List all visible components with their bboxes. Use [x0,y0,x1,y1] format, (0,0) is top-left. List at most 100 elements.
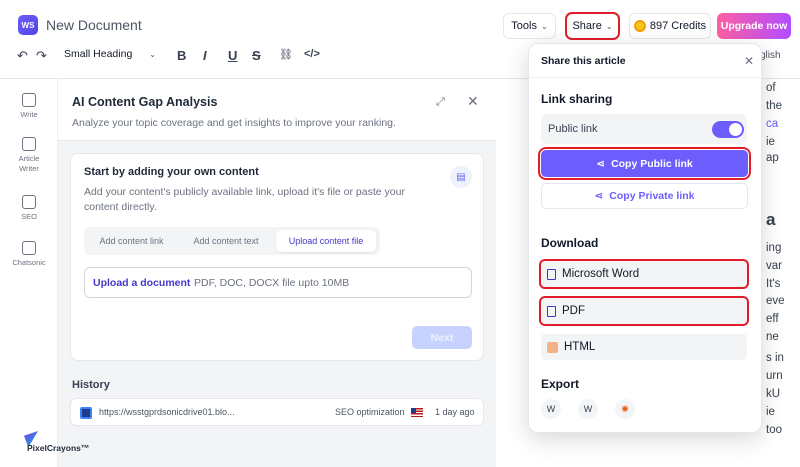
heading-select-value: Small Heading [64,48,133,60]
credits-button[interactable]: 897 Credits [629,13,711,39]
export-title: Export [541,377,580,391]
app-logo-icon[interactable]: WS [18,15,38,35]
edit-icon [22,93,36,107]
share-label: Share [572,20,602,32]
download-pdf-label: PDF [562,305,585,317]
doc-text-fragment: kU [766,388,781,400]
italic-icon[interactable]: I [203,48,207,63]
rail-item-label: SEO [21,212,37,221]
app-logo-text: WS [21,20,35,30]
coin-icon [633,20,646,32]
word-file-icon [547,268,556,280]
tab-add-content-link[interactable]: Add content link [88,230,175,252]
history-time: 1 day ago [435,407,475,417]
article-icon [22,137,36,151]
tab-add-content-text[interactable]: Add content text [180,230,272,252]
document-icon: ▤ [450,166,472,188]
history-title: History [72,379,110,391]
wordpress-icon[interactable]: W [541,399,561,419]
undo-icon[interactable]: ↶ [17,48,28,64]
us-flag-icon [411,408,423,417]
rail-item-write[interactable]: Write [0,93,58,120]
download-html-button[interactable]: HTML [541,334,747,360]
heading-select[interactable]: Small Heading ⌄ [64,48,156,60]
doc-text-fragment: ing [766,242,782,254]
share-icon: ⋖ [596,157,606,170]
share-icon: ⋖ [594,190,604,202]
upgrade-button[interactable]: Upgrade now [717,13,791,39]
pixelcrayons-watermark: PixelCrayons™ [24,431,114,459]
upload-dropzone[interactable]: Upload a document PDF, DOC, DOCX file up… [84,267,472,298]
document-title[interactable]: New Document [46,17,142,33]
download-html-label: HTML [564,341,596,353]
doc-text-fragment: the [766,100,782,112]
strikethrough-icon[interactable]: S [252,48,261,63]
chevron-down-icon: ⌄ [605,21,613,31]
copy-private-link-label: Copy Private link [609,190,695,202]
redo-icon[interactable]: ↷ [36,48,47,64]
share-popover-title: Share this article [541,55,626,67]
doc-text-fragment: s in [766,352,784,364]
doc-text-fragment: ca [766,118,779,130]
doc-text-fragment: It's [766,278,781,290]
popover-divider [529,77,763,78]
doc-text-fragment: ie [766,406,775,418]
language-select[interactable]: glish [760,50,781,61]
panel-title: AI Content Gap Analysis [72,95,218,109]
pdf-file-icon [547,305,556,317]
doc-text-fragment: of [766,82,776,94]
close-icon[interactable]: ✕ [467,93,479,110]
bold-icon[interactable]: B [177,48,186,63]
rail-item-seo[interactable]: SEO [0,195,58,222]
tools-button[interactable]: Tools ⌄ [503,13,556,39]
history-row[interactable]: https://wsstgprdsonicdrive01.blo... SEO … [70,398,484,426]
rail-item-label: Chatsonic [12,258,46,267]
doc-heading-fragment: a [766,210,776,229]
add-content-card: Start by adding your own content Add you… [70,153,484,361]
download-word-button[interactable]: Microsoft Word [539,259,749,289]
history-url: https://wsstgprdsonicdrive01.blo... [99,407,235,417]
public-link-label: Public link [548,123,598,135]
code-icon[interactable]: </> [304,48,320,60]
public-link-toggle[interactable] [712,121,744,138]
upload-document-link[interactable]: Upload a document [93,277,190,289]
tools-label: Tools [511,20,537,32]
next-button[interactable]: Next [412,326,472,349]
history-type: SEO optimization [335,407,405,417]
expand-icon[interactable]: ⤢ [436,96,445,109]
doc-text-fragment: var [766,260,782,272]
download-title: Download [541,236,599,250]
content-gap-panel: AI Content Gap Analysis Analyze your top… [58,79,496,467]
content-source-tabs: Add content link Add content text Upload… [84,227,380,255]
doc-text-fragment: ap [766,152,779,164]
download-word-label: Microsoft Word [562,268,640,280]
doc-text-fragment: too [766,424,782,436]
doc-text-fragment: urn [766,370,783,382]
chat-icon [22,241,36,255]
hubspot-icon[interactable]: ✺ [615,399,635,419]
tab-upload-content-file[interactable]: Upload content file [276,230,376,252]
link-icon[interactable]: ⛓ [279,48,293,61]
doc-text-fragment: ne [766,331,779,343]
rail-item-label: Article Writer [18,154,40,173]
share-popover: Share this article ✕ Link sharing Public… [528,43,763,433]
rail-item-chatsonic[interactable]: Chatsonic [0,241,58,268]
download-pdf-button[interactable]: PDF [539,296,749,326]
chart-icon [22,195,36,209]
underline-icon[interactable]: U [228,48,237,63]
rail-item-label: Write [20,110,38,119]
share-button[interactable]: Share ⌄ [565,12,620,40]
wordpress-icon[interactable]: W [578,399,598,419]
rail-item-article-writer[interactable]: Article Writer [0,137,58,174]
upload-hint: PDF, DOC, DOCX file upto 10MB [194,277,350,289]
left-rail: Write Article Writer SEO Chatsonic [0,79,58,467]
doc-text-fragment: eff [766,313,779,325]
close-icon[interactable]: ✕ [744,54,754,68]
card-description: Add your content's publicly available li… [84,186,405,213]
copy-public-link-label: Copy Public link [611,157,693,170]
credits-label: 897 Credits [649,20,707,32]
chevron-down-icon: ⌄ [149,50,156,59]
copy-public-link-button[interactable]: ⋖ Copy Public link [538,147,751,180]
watermark-text: PixelCrayons™ [27,443,90,453]
copy-private-link-button[interactable]: ⋖ Copy Private link [541,183,748,209]
